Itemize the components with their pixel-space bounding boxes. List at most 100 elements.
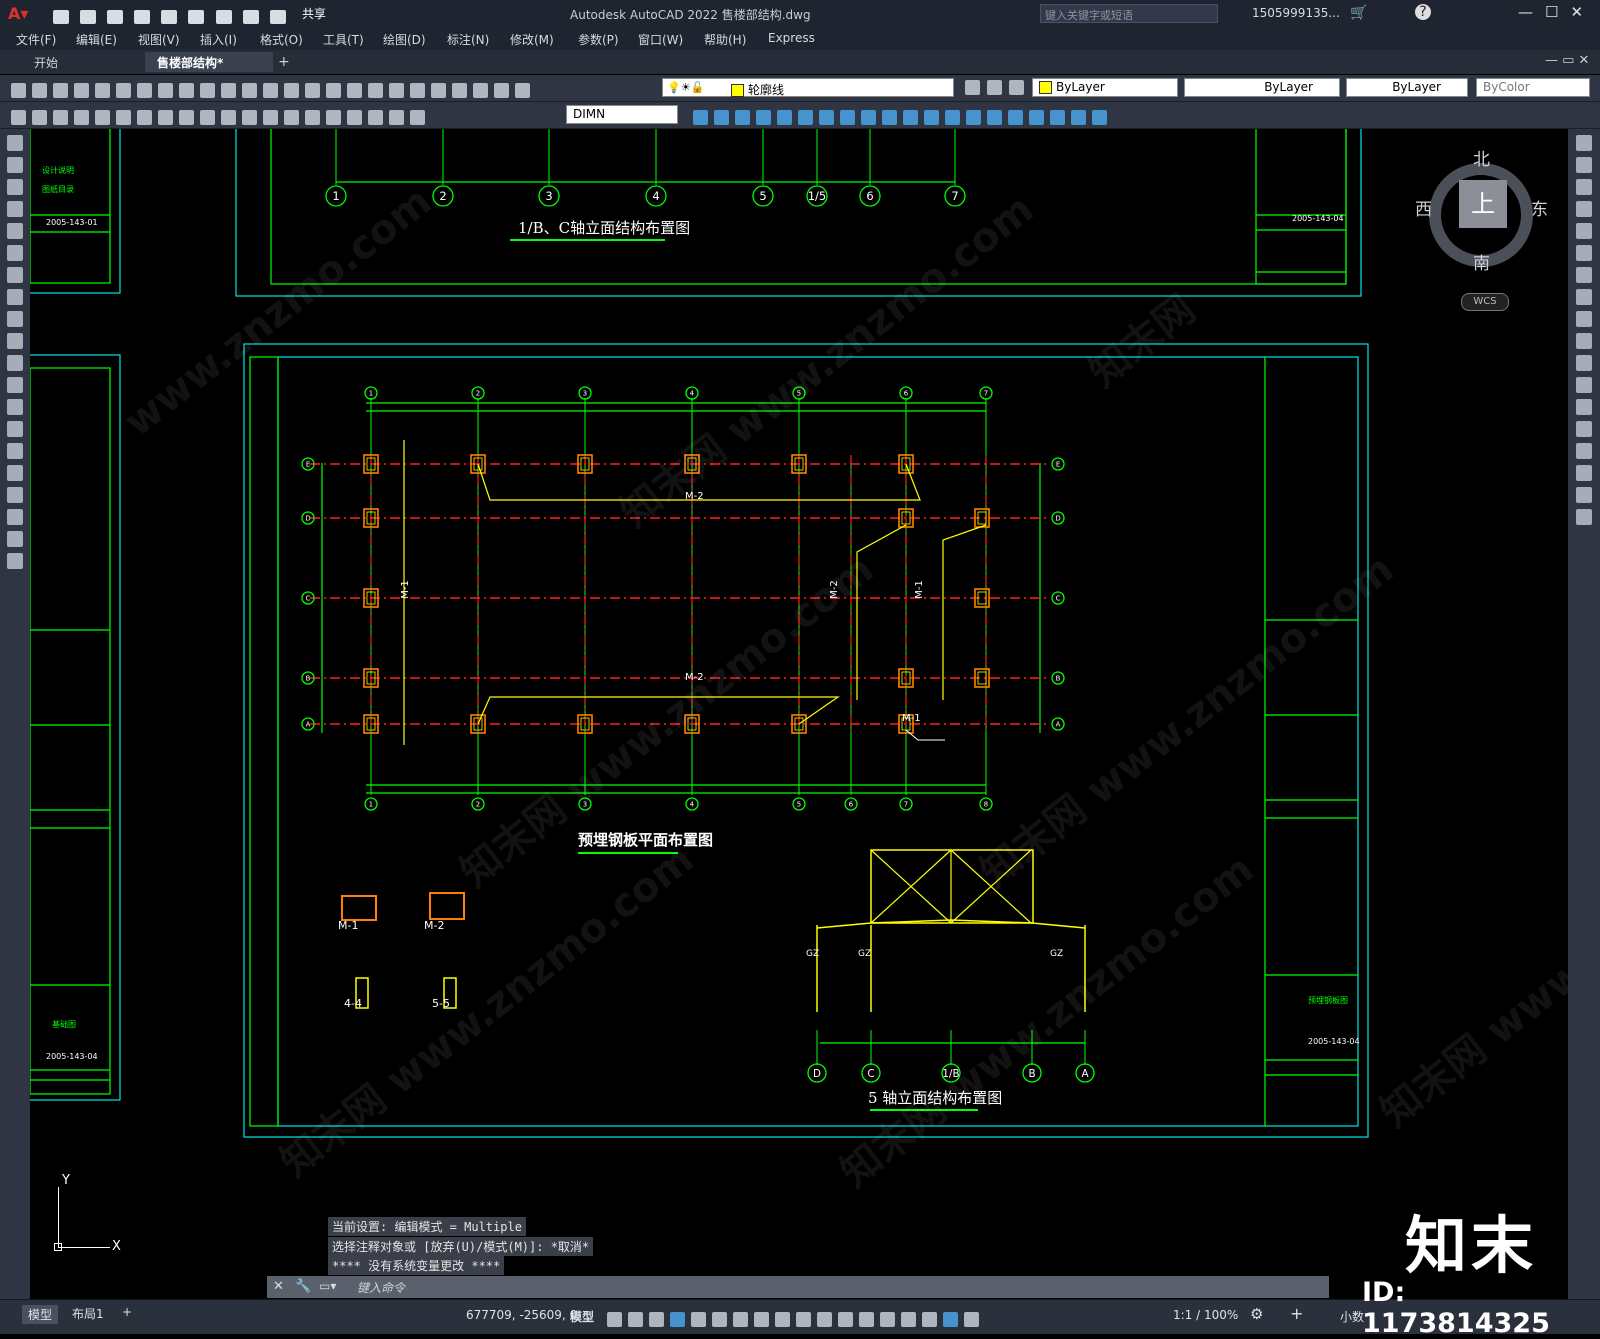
continue-icon[interactable] — [221, 110, 236, 125]
fillet-icon[interactable] — [1576, 465, 1592, 481]
ellipse-icon[interactable] — [7, 333, 23, 349]
dynamic-input-icon[interactable] — [670, 1312, 685, 1327]
web-open-icon[interactable] — [161, 9, 178, 24]
layer-manager-icon[interactable] — [515, 83, 530, 98]
extend-icon[interactable] — [882, 110, 897, 125]
ortho-icon[interactable] — [691, 1312, 706, 1327]
tab-drawing[interactable]: 售楼部结构* — [145, 52, 273, 72]
menu-dimension[interactable]: 标注(N) — [447, 31, 489, 48]
join-icon[interactable] — [924, 110, 939, 125]
linetype-dropdown[interactable]: ByLayer — [1184, 78, 1340, 97]
save-icon[interactable] — [53, 83, 68, 98]
close-button[interactable]: ✕ — [1570, 3, 1595, 21]
gear-icon[interactable]: ⚙ — [1250, 1305, 1263, 1323]
publish-icon[interactable] — [116, 83, 131, 98]
revision-cloud-icon[interactable] — [7, 289, 23, 305]
menu-draw[interactable]: 绘图(D) — [383, 31, 426, 48]
tab-layout1[interactable]: 布局1 — [72, 1305, 104, 1322]
make-block-icon[interactable] — [7, 399, 23, 415]
web-save-icon[interactable] — [188, 9, 205, 24]
plus-icon[interactable]: + — [1290, 1304, 1303, 1323]
explode-icon[interactable] — [1576, 509, 1592, 525]
plot-icon[interactable] — [215, 9, 232, 24]
object-snap-icon[interactable] — [775, 1312, 790, 1327]
join-icon[interactable] — [1576, 421, 1592, 437]
fillet-icon[interactable] — [966, 110, 981, 125]
offset-icon[interactable] — [1576, 201, 1592, 217]
layer-previous-icon[interactable] — [965, 80, 980, 95]
diameter-icon[interactable] — [137, 110, 152, 125]
menu-tools[interactable]: 工具(T) — [323, 31, 364, 48]
redo-icon[interactable] — [263, 83, 278, 98]
polyline-icon[interactable] — [7, 179, 23, 195]
print-icon[interactable] — [74, 83, 89, 98]
calc-icon[interactable] — [473, 83, 488, 98]
menu-file[interactable]: 文件(F) — [16, 31, 56, 48]
copy-tool-icon[interactable] — [693, 110, 708, 125]
preview-icon[interactable] — [95, 83, 110, 98]
region-icon[interactable] — [1029, 110, 1044, 125]
ordinate-icon[interactable] — [74, 110, 89, 125]
layer-match-icon[interactable] — [987, 80, 1002, 95]
new-icon[interactable] — [11, 83, 26, 98]
infer-icon[interactable] — [649, 1312, 664, 1327]
dimstyle-dropdown[interactable]: DIMN — [566, 105, 678, 124]
angular-icon[interactable] — [158, 110, 173, 125]
space-icon[interactable] — [242, 110, 257, 125]
scale-icon[interactable] — [819, 110, 834, 125]
baseline-icon[interactable] — [200, 110, 215, 125]
chamfer-icon[interactable] — [1576, 443, 1592, 459]
dim-text-edit-icon[interactable] — [389, 110, 404, 125]
lineweight-icon[interactable] — [796, 1312, 811, 1327]
plotstyle-dropdown[interactable]: ByColor — [1476, 78, 1590, 97]
auto-scale-icon[interactable] — [964, 1312, 979, 1327]
tolerance-icon[interactable] — [284, 110, 299, 125]
help-icon[interactable]: ? — [1415, 4, 1431, 20]
copy-icon[interactable] — [1576, 157, 1592, 173]
tab-model[interactable]: 模型 — [22, 1305, 59, 1324]
rectangle-icon[interactable] — [7, 223, 23, 239]
tool-palette-icon[interactable] — [410, 83, 425, 98]
rotate-icon[interactable] — [798, 110, 813, 125]
selection-filter-icon[interactable] — [901, 1312, 916, 1327]
text-icon[interactable] — [7, 531, 23, 547]
spline-icon[interactable] — [7, 311, 23, 327]
explode-icon[interactable] — [987, 110, 1002, 125]
dim-edit-icon[interactable] — [368, 110, 383, 125]
polygon-icon[interactable] — [7, 201, 23, 217]
lineweight-dropdown[interactable]: ByLayer — [1346, 78, 1468, 97]
undo-icon[interactable] — [242, 83, 257, 98]
polar-icon[interactable] — [712, 1312, 727, 1327]
selection-cycling-icon[interactable] — [838, 1312, 853, 1327]
jog-line-icon[interactable] — [347, 110, 362, 125]
hatch-icon[interactable] — [7, 443, 23, 459]
mirror-icon[interactable] — [1576, 179, 1592, 195]
break-icon[interactable] — [263, 110, 278, 125]
snap-icon[interactable] — [628, 1312, 643, 1327]
chamfer-icon[interactable] — [945, 110, 960, 125]
break-icon[interactable] — [1576, 399, 1592, 415]
erase-icon[interactable] — [1576, 135, 1592, 151]
quick-dim-icon[interactable] — [179, 110, 194, 125]
linear-dim-icon[interactable] — [11, 110, 26, 125]
dynamic-ucs-icon[interactable] — [880, 1312, 895, 1327]
layer-state-icon[interactable] — [1009, 80, 1024, 95]
block-icon[interactable] — [1071, 110, 1086, 125]
compass-east[interactable]: 东 — [1531, 195, 1548, 220]
save-as-icon[interactable] — [134, 9, 151, 24]
customize-icon[interactable]: 🔧 — [295, 1279, 311, 1294]
autocad-logo-icon[interactable]: A▾ — [8, 4, 28, 23]
menu-modify[interactable]: 修改(M) — [510, 31, 554, 48]
aligned-dim-icon[interactable] — [32, 110, 47, 125]
stretch-icon[interactable] — [840, 110, 855, 125]
construction-line-icon[interactable] — [7, 157, 23, 173]
arc-icon[interactable] — [7, 245, 23, 261]
design-center-icon[interactable] — [389, 83, 404, 98]
maximize-button[interactable]: ☐ — [1545, 3, 1570, 21]
array-icon[interactable] — [756, 110, 771, 125]
extend-icon[interactable] — [1576, 355, 1592, 371]
help-icon[interactable] — [494, 83, 509, 98]
scale-icon[interactable] — [1576, 289, 1592, 305]
menu-express[interactable]: Express — [768, 31, 815, 45]
save-icon[interactable] — [107, 9, 124, 24]
